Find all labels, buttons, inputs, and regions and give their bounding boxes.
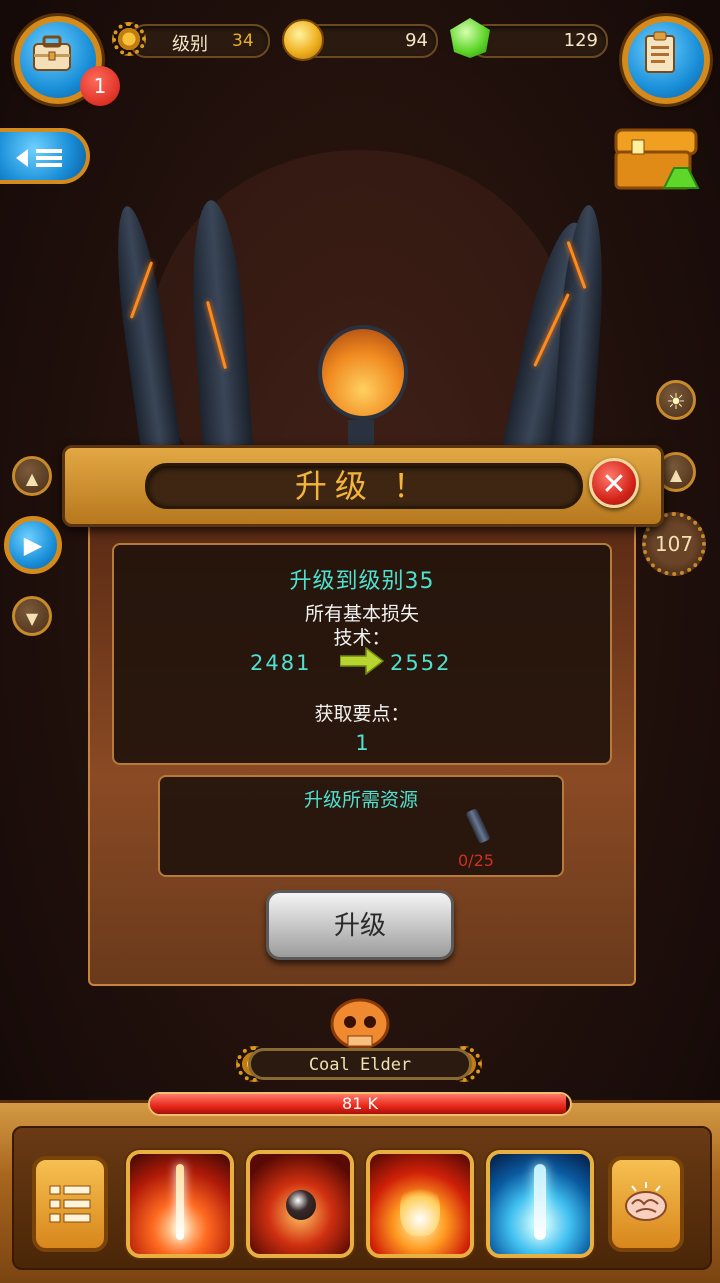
treasure-chest-icon bbox=[614, 128, 700, 190]
back-menu-icon bbox=[16, 149, 62, 167]
arrow-up-icon: ▲ bbox=[25, 469, 39, 488]
badge-count: 1 bbox=[93, 74, 107, 98]
inventory-badge: 1 bbox=[80, 66, 120, 106]
gems-pill: 129 bbox=[470, 24, 608, 58]
skill-fire-beam[interactable] bbox=[126, 1150, 234, 1258]
back-menu-button[interactable] bbox=[0, 128, 90, 184]
gear-icon bbox=[112, 22, 146, 56]
bomb-icon bbox=[286, 1190, 316, 1220]
arrow-up-left-button[interactable]: ▲ bbox=[12, 456, 52, 496]
points-value: 1 bbox=[355, 731, 369, 755]
skill-flame-burst[interactable] bbox=[366, 1150, 474, 1258]
brain-button[interactable] bbox=[608, 1156, 684, 1252]
play-button[interactable]: ▶ bbox=[4, 516, 62, 574]
coal-item-icon bbox=[465, 808, 491, 844]
list-menu-button[interactable] bbox=[32, 1156, 108, 1252]
gems-value: 129 bbox=[563, 30, 598, 51]
tech-to-value: 2552 bbox=[390, 651, 452, 675]
sun-icon: ☀ bbox=[666, 390, 686, 415]
skills-tray bbox=[12, 1126, 712, 1270]
resources-panel: 升级所需资源 0/25 bbox=[158, 775, 564, 877]
tech-from-value: 2481 bbox=[250, 651, 312, 675]
arrow-up-icon: ▲ bbox=[669, 465, 683, 484]
close-icon: ✕ bbox=[601, 467, 627, 502]
clipboard-icon bbox=[645, 31, 675, 73]
points-label: 获取要点： bbox=[314, 703, 410, 725]
quests-button[interactable] bbox=[622, 16, 710, 104]
close-button[interactable]: ✕ bbox=[589, 458, 639, 508]
list-icon bbox=[49, 1185, 91, 1223]
sun-button[interactable]: ☀ bbox=[656, 380, 696, 420]
arrow-down-icon: ▼ bbox=[25, 609, 39, 628]
boss-name: Coal Elder bbox=[248, 1048, 472, 1080]
toolbox-icon bbox=[33, 35, 71, 71]
arrow-right-icon bbox=[340, 647, 384, 675]
dialog-title: 升级 ！ bbox=[145, 463, 583, 509]
upgrade-to-level: 升级到级别35 bbox=[289, 569, 435, 594]
skill-bombs[interactable] bbox=[246, 1150, 354, 1258]
arrow-down-button[interactable]: ▼ bbox=[12, 596, 52, 636]
resource-count: 0/25 bbox=[458, 851, 494, 870]
level-value: 34 bbox=[232, 31, 254, 51]
flame-icon bbox=[400, 1180, 440, 1236]
counter-value: 107 bbox=[654, 532, 694, 556]
upgrade-info-panel: 升级到级别35 所有基本损失 技术： 2481 2552 获取要点： 1 bbox=[112, 543, 612, 765]
upgrade-dialog-header: 升级 ！ ✕ bbox=[62, 445, 664, 527]
lava-orb bbox=[318, 325, 408, 420]
all-damage-label: 所有基本损失 bbox=[304, 603, 419, 625]
skill-ice-beam[interactable] bbox=[486, 1150, 594, 1258]
brain-icon bbox=[625, 1182, 667, 1221]
coins-value: 94 bbox=[405, 30, 428, 51]
coin-icon bbox=[282, 19, 324, 61]
skull-icon bbox=[330, 998, 390, 1050]
play-icon: ▶ bbox=[23, 531, 43, 559]
boss-hp-bar: 81 K bbox=[148, 1092, 572, 1116]
fire-beam-icon bbox=[176, 1164, 184, 1240]
boss-hp-text: 81 K bbox=[342, 1094, 378, 1113]
ice-beam-icon bbox=[534, 1164, 546, 1240]
upgrade-button[interactable]: 升级 bbox=[266, 890, 454, 960]
level-pill: 级别 34 bbox=[130, 24, 270, 58]
tech-label: 技术： bbox=[333, 627, 391, 649]
resources-label: 升级所需资源 bbox=[303, 789, 418, 811]
treasure-chest-button[interactable] bbox=[612, 126, 700, 196]
level-label: 级别 bbox=[172, 34, 208, 55]
